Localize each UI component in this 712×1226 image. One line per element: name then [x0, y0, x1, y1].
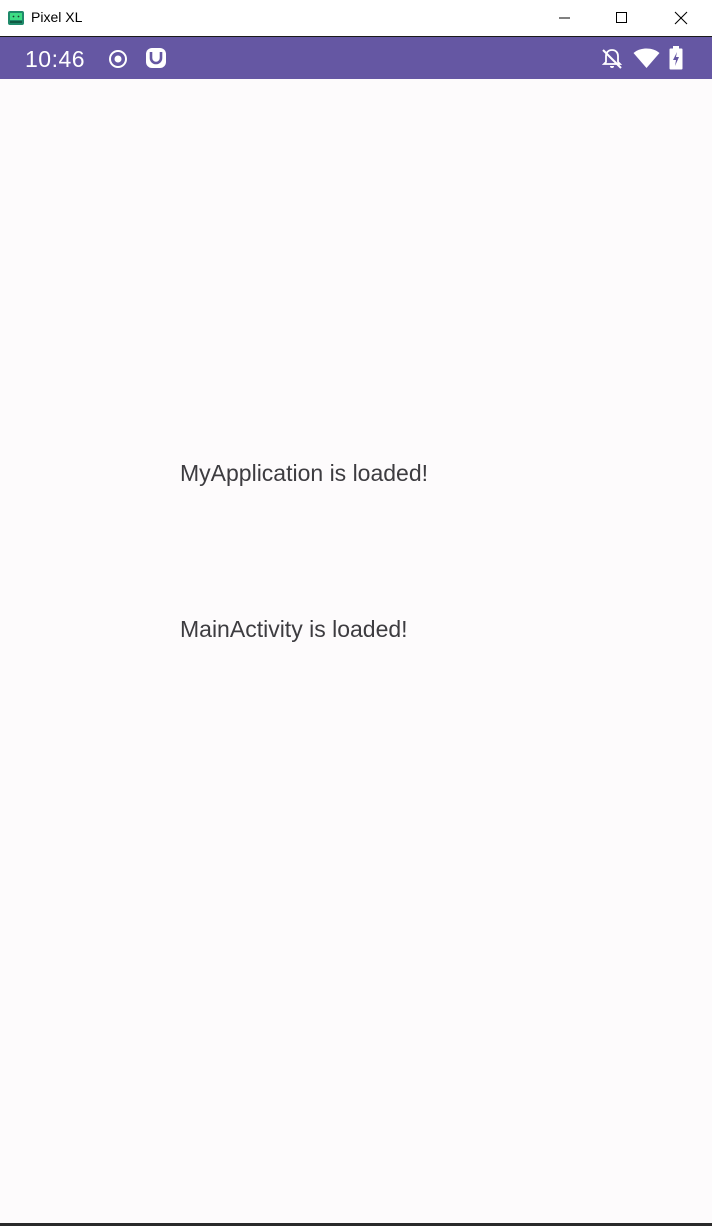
window-title: Pixel XL — [31, 9, 83, 25]
title-bar[interactable]: Pixel XL — [0, 0, 712, 37]
activity-loaded-text: MainActivity is loaded! — [180, 616, 408, 642]
maximize-button[interactable] — [593, 0, 651, 36]
application-loaded-text: MyApplication is loaded! — [180, 460, 429, 486]
app-notification-icon — [146, 48, 166, 68]
wifi-icon — [633, 48, 660, 68]
minimize-icon — [559, 17, 570, 19]
close-button[interactable] — [652, 0, 710, 36]
record-icon — [109, 50, 127, 68]
maximize-icon — [616, 12, 627, 23]
status-bar-clock: 10:46 — [25, 46, 86, 72]
notifications-off-icon — [601, 49, 623, 69]
close-icon — [674, 11, 688, 25]
android-status-bar[interactable]: 10:46 — [0, 37, 712, 79]
app-content: MyApplication is loaded! MainActivity is… — [0, 79, 712, 1223]
emulator-window: Pixel XL 10:46 MyApplication is loaded! … — [0, 0, 712, 1226]
battery-charging-icon — [669, 46, 683, 70]
minimize-button[interactable] — [536, 0, 594, 36]
android-emulator-icon — [8, 11, 24, 25]
